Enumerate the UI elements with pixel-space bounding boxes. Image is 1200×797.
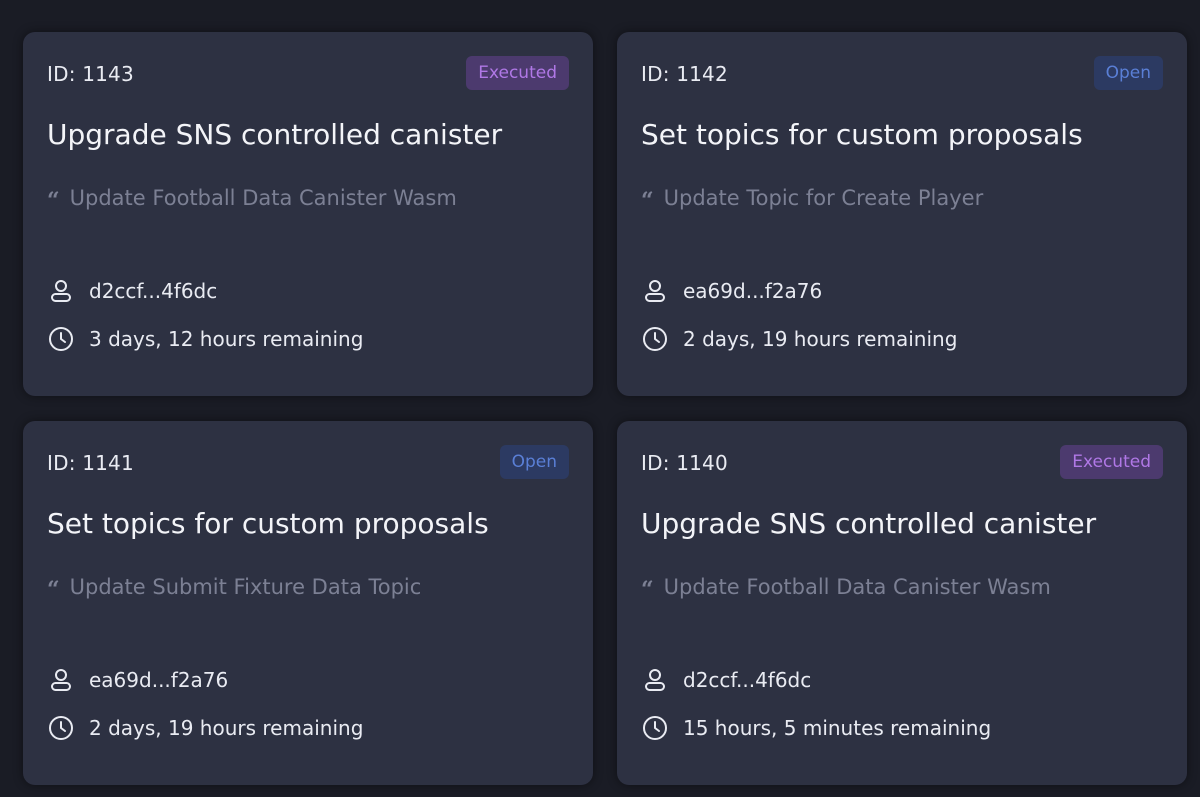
proposal-title: Upgrade SNS controlled canister — [641, 507, 1097, 540]
proposal-title: Upgrade SNS controlled canister — [47, 118, 503, 151]
proposal-summary: “ Update Football Data Canister Wasm — [641, 575, 1051, 603]
remaining-row: 3 days, 12 hours remaining — [47, 325, 363, 353]
quote-icon: “ — [641, 188, 654, 214]
quote-icon: “ — [47, 188, 60, 214]
proposer-id: ea69d...f2a76 — [683, 279, 823, 303]
status-badge: Executed — [466, 56, 569, 90]
status-badge: Open — [499, 445, 569, 479]
proposal-summary-text: Update Topic for Create Player — [663, 186, 984, 210]
remaining-row: 2 days, 19 hours remaining — [47, 714, 363, 742]
clock-icon — [47, 325, 75, 353]
proposal-title: Set topics for custom proposals — [47, 507, 489, 540]
user-icon — [641, 277, 669, 305]
time-remaining: 3 days, 12 hours remaining — [89, 327, 364, 351]
quote-icon: “ — [47, 577, 60, 603]
proposal-summary: “ Update Topic for Create Player — [641, 186, 983, 214]
proposer-row: ea69d...f2a76 — [47, 666, 228, 694]
quote-icon: “ — [641, 577, 654, 603]
proposal-summary-text: Update Submit Fixture Data Topic — [69, 575, 422, 599]
proposal-summary: “ Update Football Data Canister Wasm — [47, 186, 457, 214]
time-remaining: 15 hours, 5 minutes remaining — [683, 716, 992, 740]
proposal-summary-text: Update Football Data Canister Wasm — [69, 186, 457, 210]
time-remaining: 2 days, 19 hours remaining — [89, 716, 364, 740]
status-badge: Executed — [1060, 445, 1163, 479]
proposal-id: ID: 1140 — [641, 451, 728, 475]
proposal-id: ID: 1142 — [641, 62, 728, 86]
proposal-id: ID: 1143 — [47, 62, 134, 86]
status-badge: Open — [1093, 56, 1163, 90]
user-icon — [47, 277, 75, 305]
proposal-title: Set topics for custom proposals — [641, 118, 1083, 151]
remaining-row: 2 days, 19 hours remaining — [641, 325, 957, 353]
proposer-id: d2ccf...4f6dc — [89, 279, 218, 303]
proposer-row: d2ccf...4f6dc — [47, 277, 217, 305]
proposal-card[interactable]: ID: 1143 Executed Upgrade SNS controlled… — [23, 32, 593, 396]
proposal-card[interactable]: ID: 1141 Open Set topics for custom prop… — [23, 421, 593, 785]
proposal-summary: “ Update Submit Fixture Data Topic — [47, 575, 421, 603]
user-icon — [47, 666, 75, 694]
time-remaining: 2 days, 19 hours remaining — [683, 327, 958, 351]
clock-icon — [641, 325, 669, 353]
proposal-card[interactable]: ID: 1142 Open Set topics for custom prop… — [617, 32, 1187, 396]
clock-icon — [641, 714, 669, 742]
remaining-row: 15 hours, 5 minutes remaining — [641, 714, 991, 742]
proposal-summary-text: Update Football Data Canister Wasm — [663, 575, 1051, 599]
proposal-id: ID: 1141 — [47, 451, 134, 475]
proposal-card[interactable]: ID: 1140 Executed Upgrade SNS controlled… — [617, 421, 1187, 785]
clock-icon — [47, 714, 75, 742]
proposer-id: ea69d...f2a76 — [89, 668, 229, 692]
proposer-id: d2ccf...4f6dc — [683, 668, 812, 692]
user-icon — [641, 666, 669, 694]
proposer-row: d2ccf...4f6dc — [641, 666, 811, 694]
proposal-grid: ID: 1143 Executed Upgrade SNS controlled… — [0, 0, 1200, 797]
proposer-row: ea69d...f2a76 — [641, 277, 822, 305]
